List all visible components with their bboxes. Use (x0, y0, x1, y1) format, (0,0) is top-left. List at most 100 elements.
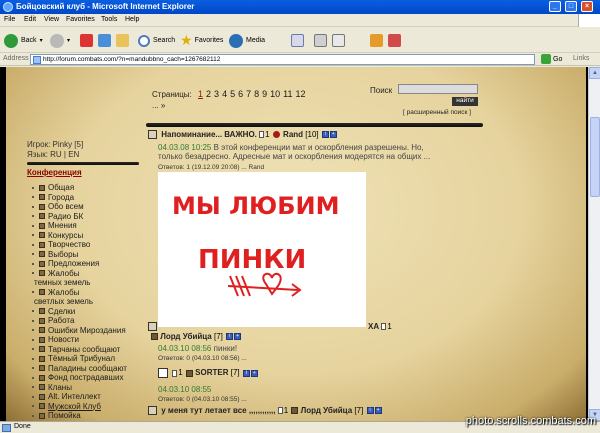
print-button[interactable] (314, 31, 327, 50)
conference-item[interactable]: Жалобы (32, 269, 79, 278)
close-button[interactable]: × (581, 1, 593, 12)
topic-title[interactable]: ХА (368, 322, 379, 331)
maximize-button[interactable]: □ (565, 1, 577, 12)
page-link[interactable]: 3 (214, 89, 219, 99)
refresh-button[interactable] (98, 31, 111, 50)
page-link[interactable]: 1 (198, 89, 203, 99)
page-link[interactable]: 5 (230, 89, 235, 99)
page-link[interactable]: 8 (254, 89, 259, 99)
conference-item[interactable]: Общая (32, 183, 74, 192)
conference-item[interactable]: Конкурсы (32, 231, 83, 240)
page-link[interactable]: 6 (238, 89, 243, 99)
bullet-icon (32, 234, 34, 237)
conference-item[interactable]: темных земель (32, 278, 90, 287)
conference-item[interactable]: Мужской Клуб (32, 402, 101, 411)
conference-item[interactable]: Новости (32, 335, 79, 344)
page-link[interactable]: 4 (222, 89, 227, 99)
menu-file[interactable]: File (4, 16, 15, 23)
image-topic-icon (158, 368, 168, 378)
page-link[interactable]: 10 (270, 89, 280, 99)
info-icon[interactable]: i (321, 131, 329, 139)
conference-item[interactable]: Фонд пострадавших (32, 373, 123, 382)
conference-item[interactable]: Радио БК (32, 212, 83, 221)
conference-icon (39, 213, 45, 220)
conference-item[interactable]: Работа (32, 316, 74, 325)
topic-author[interactable]: Лорд Убийца (301, 406, 353, 415)
chevron-down-icon[interactable]: ▾ (67, 37, 70, 44)
conference-item[interactable]: Города (32, 193, 74, 202)
add-icon[interactable]: + (234, 333, 242, 341)
add-icon[interactable]: + (329, 131, 337, 139)
find-button[interactable]: найти (452, 97, 478, 106)
bullet-icon (32, 224, 34, 227)
conference-title[interactable]: Конференция (27, 168, 82, 177)
menu-help[interactable]: Help (125, 16, 139, 23)
topic-author[interactable]: Rand (283, 130, 303, 139)
page-link[interactable]: 11 (283, 89, 292, 99)
heart-icon (262, 272, 282, 296)
page-link[interactable]: 7 (246, 89, 251, 99)
edit-button[interactable] (332, 31, 345, 50)
conference-item[interactable]: Творчество (32, 240, 90, 249)
stop-button[interactable] (80, 31, 93, 50)
language-switch[interactable]: Язык: RU | EN (27, 150, 79, 159)
conference-item[interactable]: Помойка (32, 411, 81, 420)
add-icon[interactable]: + (250, 369, 258, 377)
forum-search-input[interactable] (398, 84, 478, 94)
forward-button[interactable]: ▾ (50, 31, 70, 50)
scroll-up-icon[interactable]: ▲ (589, 67, 600, 79)
stop-icon (80, 34, 93, 47)
home-button[interactable] (116, 31, 129, 50)
topic-icon (148, 130, 157, 140)
menu-favorites[interactable]: Favorites (66, 16, 95, 23)
conference-item[interactable]: Мнения (32, 221, 77, 230)
add-icon[interactable]: + (374, 407, 382, 415)
info-icon[interactable]: i (366, 407, 374, 415)
address-input[interactable]: http://forum.combats.com/?n=mandubbno_ca… (30, 54, 535, 65)
scroll-thumb[interactable] (590, 117, 600, 197)
conference-item[interactable]: Выборы (32, 250, 78, 259)
back-button[interactable]: Back ▾ (4, 31, 43, 50)
advanced-search-link[interactable]: [ расширенный поиск ] (403, 109, 471, 116)
menu-view[interactable]: View (44, 16, 59, 23)
pages-more-link[interactable]: ... » (152, 101, 165, 110)
conference-item[interactable]: Предложения (32, 259, 99, 268)
favorites-button[interactable]: ★ Favorites (180, 31, 223, 50)
menu-tools[interactable]: Tools (101, 16, 117, 23)
page-link[interactable]: 2 (206, 89, 211, 99)
media-button[interactable]: Media (229, 31, 265, 50)
conference-item[interactable]: Ошибки Мироздания (32, 326, 126, 335)
vertical-scrollbar[interactable]: ▲ ▼ (588, 67, 600, 421)
page-link[interactable]: 12 (296, 89, 306, 99)
conference-item[interactable]: Тарчаны сообщают (32, 345, 120, 354)
messenger-icon (370, 34, 383, 47)
window-title: Бойцовский клуб - Microsoft Internet Exp… (16, 2, 195, 11)
go-button[interactable]: Go (541, 54, 562, 64)
conference-label: Конкурсы (48, 230, 84, 240)
menu-edit[interactable]: Edit (24, 16, 36, 23)
search-button[interactable]: Search (138, 31, 175, 50)
research-button[interactable] (388, 31, 401, 50)
messenger-button[interactable] (370, 31, 383, 50)
topic-author[interactable]: Лорд Убийца (160, 332, 212, 341)
topic-title[interactable]: у меня тут летает все ,,,,,,,,,,,, (161, 406, 275, 415)
conference-item[interactable]: Жалобы (32, 288, 79, 297)
info-icon[interactable]: i (242, 369, 250, 377)
chevron-down-icon[interactable]: ▾ (40, 37, 43, 44)
conference-item[interactable]: Сделки (32, 307, 75, 316)
conference-item[interactable]: Паладины сообщают (32, 364, 127, 373)
conference-item[interactable]: Тёмный Трибунал (32, 354, 115, 363)
topic-author[interactable]: SORTER (195, 368, 228, 377)
links-button[interactable]: Links (573, 55, 589, 62)
mail-button[interactable] (291, 31, 304, 50)
conference-item[interactable]: Кланы (32, 383, 72, 392)
bullet-icon (32, 357, 34, 360)
forward-arrow-icon (50, 33, 64, 48)
conference-item[interactable]: Alt. Интеллект (32, 392, 101, 401)
page-link[interactable]: 9 (262, 89, 267, 99)
topic-title[interactable]: Напоминание... ВАЖНО. (161, 130, 257, 139)
conference-item[interactable]: Обо всем (32, 202, 84, 211)
info-icon[interactable]: i (226, 333, 234, 341)
conference-item[interactable]: светлых земель (32, 297, 93, 306)
minimize-button[interactable]: _ (549, 1, 561, 12)
